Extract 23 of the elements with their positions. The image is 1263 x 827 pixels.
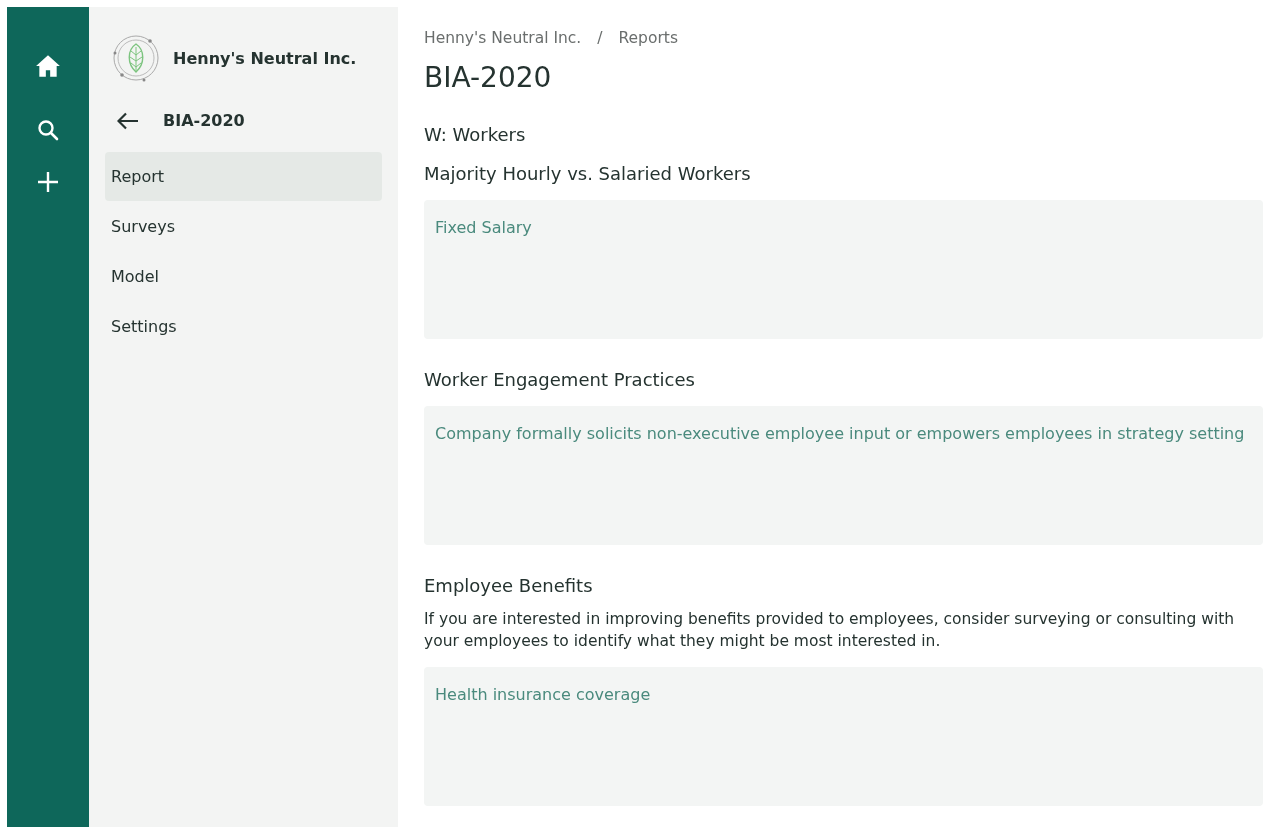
question-hint: If you are interested in improving benefits provided to employees, consider surveying or consulting with your employees to identify what they might be most interested in. (424, 609, 1236, 652)
leaf-logo-icon (111, 33, 161, 83)
answer-field[interactable]: Fixed Salary (424, 200, 1263, 339)
answer-field[interactable]: Health insurance coverage (424, 667, 1263, 806)
sidebar-item[interactable]: Model (105, 252, 382, 301)
sidebar-item[interactable]: Report (105, 152, 382, 201)
sidebar-item[interactable]: Settings (105, 302, 382, 351)
sidebar-item[interactable]: Surveys (105, 202, 382, 251)
home-icon[interactable] (35, 54, 61, 78)
breadcrumb-link[interactable]: Reports (618, 29, 678, 47)
breadcrumb-link[interactable]: Henny's Neutral Inc. (424, 29, 582, 47)
search-icon[interactable] (36, 118, 60, 142)
breadcrumb-separator: / (597, 29, 603, 47)
question-label: Employee Benefits (424, 575, 594, 596)
section-heading: W: Workers (424, 124, 527, 145)
answer-field[interactable]: Company formally solicits non-executive employee input or empowers employees in strategy setting (424, 406, 1263, 545)
organization-name: Henny's Neutral Inc. (173, 48, 357, 68)
question-label: Majority Hourly vs. Salaried Workers (424, 163, 752, 184)
report-title: BIA-2020 (163, 111, 245, 130)
back-arrow-icon[interactable] (117, 111, 139, 130)
question-label: Worker Engagement Practices (424, 369, 696, 390)
page-title: BIA-2020 (424, 61, 553, 94)
add-icon[interactable] (37, 171, 59, 193)
